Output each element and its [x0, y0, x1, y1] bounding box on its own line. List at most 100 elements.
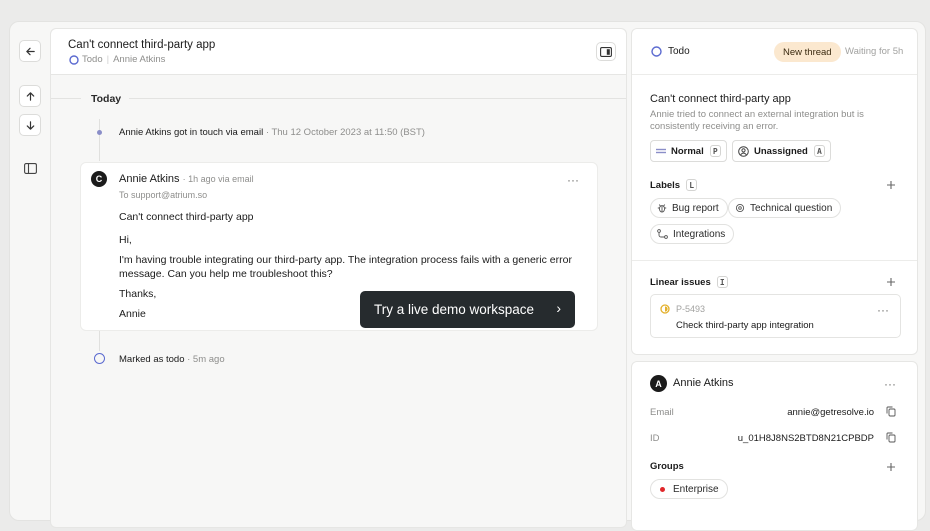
label-text: Integrations — [673, 228, 726, 240]
contact-panel: A Annie Atkins ··· Email annie@getresolv… — [631, 361, 918, 531]
event-actor[interactable]: Annie Atkins — [119, 127, 171, 138]
timeline-line — [99, 119, 100, 161]
todo-status-icon — [69, 54, 79, 65]
assignee-shortcut: A — [813, 145, 825, 157]
label-chip-bug-report[interactable]: Bug report — [650, 198, 728, 218]
label-text: Bug report — [672, 202, 719, 214]
copy-id-button[interactable] — [886, 432, 896, 443]
group-chip-enterprise[interactable]: Enterprise — [650, 479, 728, 499]
thread-panel: Can't connect third-party app Todo | Ann… — [50, 28, 627, 528]
add-label-button[interactable] — [886, 180, 898, 192]
sidebar-icon — [23, 162, 37, 174]
previous-thread-button[interactable] — [19, 85, 41, 107]
message-subject: Can't connect third-party app — [119, 211, 254, 223]
linear-issues-heading: Linear issues I — [650, 276, 728, 288]
panel-right-icon — [600, 46, 612, 57]
event-time: · 5m ago — [187, 354, 225, 365]
contact-name[interactable]: Annie Atkins — [673, 377, 734, 389]
linear-shortcut: I — [716, 276, 728, 288]
recipient: To support@atrium.so — [119, 190, 208, 200]
labels-shortcut: L — [686, 179, 698, 191]
toggle-sidebar-button[interactable] — [19, 157, 41, 179]
group-color-dot — [660, 486, 665, 492]
labels-heading: Labels L — [650, 179, 698, 191]
live-demo-label: Try a live demo workspace — [374, 302, 535, 317]
contact-email[interactable]: annie@getresolve.io — [787, 407, 874, 418]
in-progress-icon — [660, 304, 670, 314]
assignee-label: Unassigned — [754, 145, 808, 157]
message-meta: · 1h ago via email — [182, 174, 254, 184]
divider — [129, 98, 626, 99]
timeline-line — [99, 329, 100, 351]
arrow-down-icon — [25, 120, 36, 131]
arrow-up-icon — [25, 91, 36, 102]
issue-id: P-5493 — [676, 304, 706, 314]
live-demo-button[interactable]: Try a live demo workspace › — [360, 291, 575, 328]
plus-icon — [887, 278, 895, 286]
day-label: Today — [91, 93, 122, 105]
linear-issue-card[interactable]: P-5493 ··· Check third-party app integra… — [650, 294, 901, 338]
event-time: · Thu 12 October 2023 at 11:50 (BST) — [265, 127, 425, 138]
priority-bars-icon — [656, 147, 666, 155]
label-chip-integrations[interactable]: Integrations — [650, 224, 735, 244]
message-thanks: Thanks, — [119, 288, 157, 300]
event-text: got in touch via email — [173, 127, 264, 138]
toggle-details-panel-button[interactable] — [596, 42, 616, 61]
priority-selector[interactable]: Normal P — [650, 140, 727, 162]
divider — [51, 98, 81, 99]
new-thread-badge: New thread — [774, 42, 841, 62]
divider — [632, 260, 917, 261]
chevron-right-icon: › — [556, 300, 561, 316]
assignee-selector[interactable]: Unassigned A — [732, 140, 831, 162]
issue-title: Check third-party app integration — [676, 320, 814, 331]
copy-email-button[interactable] — [886, 406, 896, 417]
thread-subtitle: Todo | Annie Atkins — [69, 54, 165, 65]
groups-heading: Groups — [650, 461, 684, 472]
message-body: I'm having trouble integrating our third… — [119, 254, 572, 280]
linear-heading-text: Linear issues — [650, 276, 711, 288]
contact-id[interactable]: u_01H8J8NS2BTD8N21CPBDP — [738, 433, 874, 444]
label-chip-technical-question[interactable]: Technical question — [728, 198, 842, 218]
app-window: Can't connect third-party app Todo | Ann… — [9, 21, 926, 531]
arrow-left-icon — [25, 46, 36, 57]
waiting-time: Waiting for 5h — [845, 46, 904, 57]
timeline-event: Marked as todo · 5m ago — [119, 354, 225, 365]
details-header: Todo New thread Waiting for 5h — [632, 29, 917, 75]
more-horizontal-icon: ··· — [877, 303, 889, 317]
add-group-button[interactable] — [886, 462, 898, 474]
label-text: Technical question — [750, 202, 833, 214]
group-name: Enterprise — [673, 483, 719, 495]
email-label: Email — [650, 407, 674, 418]
event-text: Marked as todo — [119, 354, 185, 365]
more-horizontal-icon: ··· — [884, 377, 896, 391]
id-label: ID — [650, 433, 660, 444]
thread-title: Can't connect third-party app — [68, 39, 216, 51]
avatar: A — [650, 375, 667, 392]
message-more-button[interactable]: ··· — [567, 174, 579, 186]
issue-more-button[interactable]: ··· — [877, 303, 889, 317]
message-signature: Annie — [119, 308, 146, 320]
thread-assignee[interactable]: Annie Atkins — [113, 54, 165, 65]
message-header: Annie Atkins · 1h ago via email — [119, 173, 254, 185]
thread-status[interactable]: Todo — [82, 54, 103, 65]
copy-icon — [886, 432, 896, 443]
back-button[interactable] — [19, 40, 41, 62]
message-greeting: Hi, — [119, 234, 132, 246]
integration-icon — [657, 229, 673, 239]
status-dropdown[interactable]: Todo — [668, 46, 690, 57]
gear-icon — [735, 203, 750, 213]
plus-icon — [887, 181, 895, 189]
sender-name[interactable]: Annie Atkins — [119, 173, 180, 185]
details-panel: Todo New thread Waiting for 5h Can't con… — [631, 28, 918, 355]
bug-icon — [657, 203, 672, 213]
event-dot — [97, 130, 102, 135]
priority-shortcut: P — [709, 145, 721, 157]
add-linear-issue-button[interactable] — [886, 277, 898, 289]
thread-header: Can't connect third-party app Todo | Ann… — [51, 29, 626, 75]
details-description: Annie tried to connect an external integ… — [650, 109, 864, 132]
priority-label: Normal — [671, 145, 704, 157]
next-thread-button[interactable] — [19, 114, 41, 136]
details-title: Can't connect third-party app — [650, 93, 791, 105]
contact-more-button[interactable]: ··· — [884, 377, 896, 391]
todo-status-icon — [94, 353, 105, 364]
